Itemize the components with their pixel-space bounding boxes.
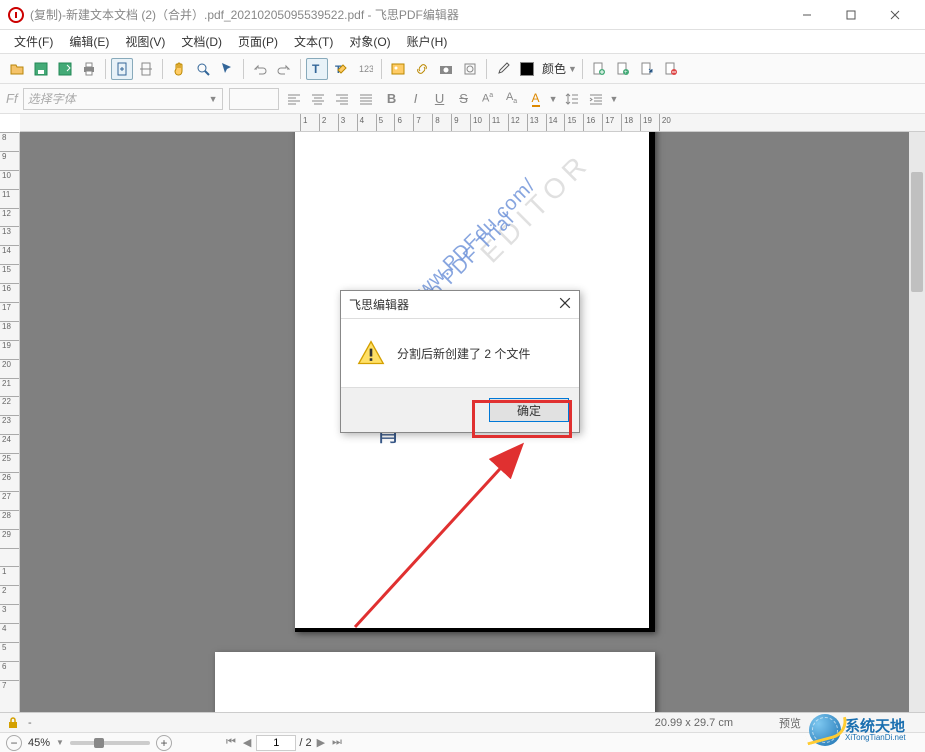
font-size-select[interactable]	[229, 88, 279, 110]
select-icon[interactable]	[216, 58, 238, 80]
page-add-icon[interactable]	[588, 58, 610, 80]
page-number-input[interactable]	[256, 735, 296, 751]
page-navigator: ⏮ ◀ / 2 ▶ ⏭	[224, 735, 344, 751]
vertical-ruler: 8910111213141516171819202122232425262728…	[0, 132, 20, 712]
font-color-icon[interactable]: A	[525, 88, 547, 110]
zoom-slider[interactable]	[70, 741, 150, 745]
brand-logo: 系统天地 XiTongTianDi.net	[809, 712, 919, 748]
camera-icon[interactable]	[435, 58, 457, 80]
align-center-icon[interactable]	[307, 88, 329, 110]
app-icon	[8, 7, 24, 23]
svg-text:123: 123	[359, 64, 373, 74]
link-icon[interactable]	[411, 58, 433, 80]
superscript-icon[interactable]: Aa	[477, 88, 499, 110]
status-dash: -	[28, 717, 32, 729]
page-export-icon[interactable]	[636, 58, 658, 80]
pdf-page-2: TOR www.PDFdu.com/ DF Trial 青	[215, 652, 655, 712]
redo-icon[interactable]	[273, 58, 295, 80]
menu-edit[interactable]: 编辑(E)	[63, 31, 115, 52]
align-justify-icon[interactable]	[355, 88, 377, 110]
eyedropper-icon[interactable]	[492, 58, 514, 80]
dialog-message: 分割后新创建了 2 个文件	[397, 345, 530, 362]
prev-page-icon[interactable]: ◀	[241, 736, 253, 749]
vertical-scrollbar[interactable]	[909, 132, 925, 712]
zoom-in-button[interactable]: +	[156, 735, 172, 751]
menu-page[interactable]: 页面(P)	[232, 31, 284, 52]
color-swatch[interactable]	[516, 58, 538, 80]
window-controls	[785, 1, 917, 29]
font-placeholder: 选择字体	[28, 90, 76, 107]
hand-icon[interactable]	[168, 58, 190, 80]
close-button[interactable]	[873, 1, 917, 29]
lock-icon	[6, 716, 20, 730]
brand-name-cn: 系统天地	[845, 719, 906, 734]
text-tool-icon[interactable]: T	[306, 58, 328, 80]
text-spacing-icon[interactable]: 123	[354, 58, 376, 80]
next-page-icon[interactable]: ▶	[315, 736, 327, 749]
warning-icon	[357, 339, 385, 367]
svg-text:T: T	[312, 62, 320, 76]
save-icon[interactable]	[30, 58, 52, 80]
print-icon[interactable]	[78, 58, 100, 80]
strike-icon[interactable]: S	[453, 88, 475, 110]
dialog-close-icon[interactable]	[559, 297, 571, 312]
indent-icon[interactable]	[585, 88, 607, 110]
annotation-highlight	[472, 400, 572, 438]
menu-file[interactable]: 文件(F)	[8, 31, 59, 52]
color-label: 颜色	[542, 60, 566, 77]
subscript-icon[interactable]: Aa	[501, 88, 523, 110]
menu-account[interactable]: 账户(H)	[401, 31, 454, 52]
page-width-icon[interactable]	[135, 58, 157, 80]
page-size-label: 20.99 x 29.7 cm	[655, 717, 733, 729]
text-edit-icon[interactable]: T	[330, 58, 352, 80]
dialog-title-text: 飞思编辑器	[349, 296, 409, 313]
dialog-titlebar: 飞思编辑器	[341, 291, 579, 319]
horizontal-ruler: 1234567891011121314151617181920	[20, 114, 925, 132]
format-toolbar: Ff 选择字体▼ B I U S Aa Aa A ▼ ▼	[0, 84, 925, 114]
align-right-icon[interactable]	[331, 88, 353, 110]
underline-icon[interactable]: U	[429, 88, 451, 110]
saveas-icon[interactable]	[54, 58, 76, 80]
bold-icon[interactable]: B	[381, 88, 403, 110]
zoom-icon[interactable]	[192, 58, 214, 80]
zoom-out-button[interactable]: −	[6, 735, 22, 751]
zoom-percent: 45%	[28, 737, 50, 749]
menu-object[interactable]: 对象(O)	[343, 31, 396, 52]
menu-view[interactable]: 视图(V)	[119, 31, 171, 52]
open-icon[interactable]	[6, 58, 28, 80]
title-bar: (复制)-新建文本文档 (2)（合并）.pdf_2021020509553952…	[0, 0, 925, 30]
page-total-label: / 2	[299, 737, 311, 749]
image-icon[interactable]	[387, 58, 409, 80]
menu-bar: 文件(F) 编辑(E) 视图(V) 文档(D) 页面(P) 文本(T) 对象(O…	[0, 30, 925, 54]
menu-text[interactable]: 文本(T)	[288, 31, 339, 52]
preview-label: 预览	[779, 715, 801, 731]
maximize-button[interactable]	[829, 1, 873, 29]
font-select[interactable]: 选择字体▼	[23, 88, 223, 110]
window-title: (复制)-新建文本文档 (2)（合并）.pdf_2021020509553952…	[30, 6, 785, 23]
zoom-bar: − 45% ▼ + ⏮ ◀ / 2 ▶ ⏭	[0, 732, 925, 752]
page-fit-icon[interactable]	[111, 58, 133, 80]
first-page-icon[interactable]: ⏮	[224, 736, 238, 749]
brand-name-en: XiTongTianDi.net	[845, 734, 906, 742]
menu-document[interactable]: 文档(D)	[175, 31, 228, 52]
status-bar: - 20.99 x 29.7 cm 预览	[0, 712, 925, 732]
italic-icon[interactable]: I	[405, 88, 427, 110]
page-insert-icon[interactable]: +	[612, 58, 634, 80]
line-spacing-icon[interactable]	[561, 88, 583, 110]
last-page-icon[interactable]: ⏭	[330, 736, 344, 749]
main-toolbar: T T 123 颜色 ▼ +	[0, 54, 925, 84]
page-delete-icon[interactable]	[660, 58, 682, 80]
shape-icon[interactable]	[459, 58, 481, 80]
minimize-button[interactable]	[785, 1, 829, 29]
svg-text:+: +	[624, 70, 628, 76]
undo-icon[interactable]	[249, 58, 271, 80]
align-left-icon[interactable]	[283, 88, 305, 110]
